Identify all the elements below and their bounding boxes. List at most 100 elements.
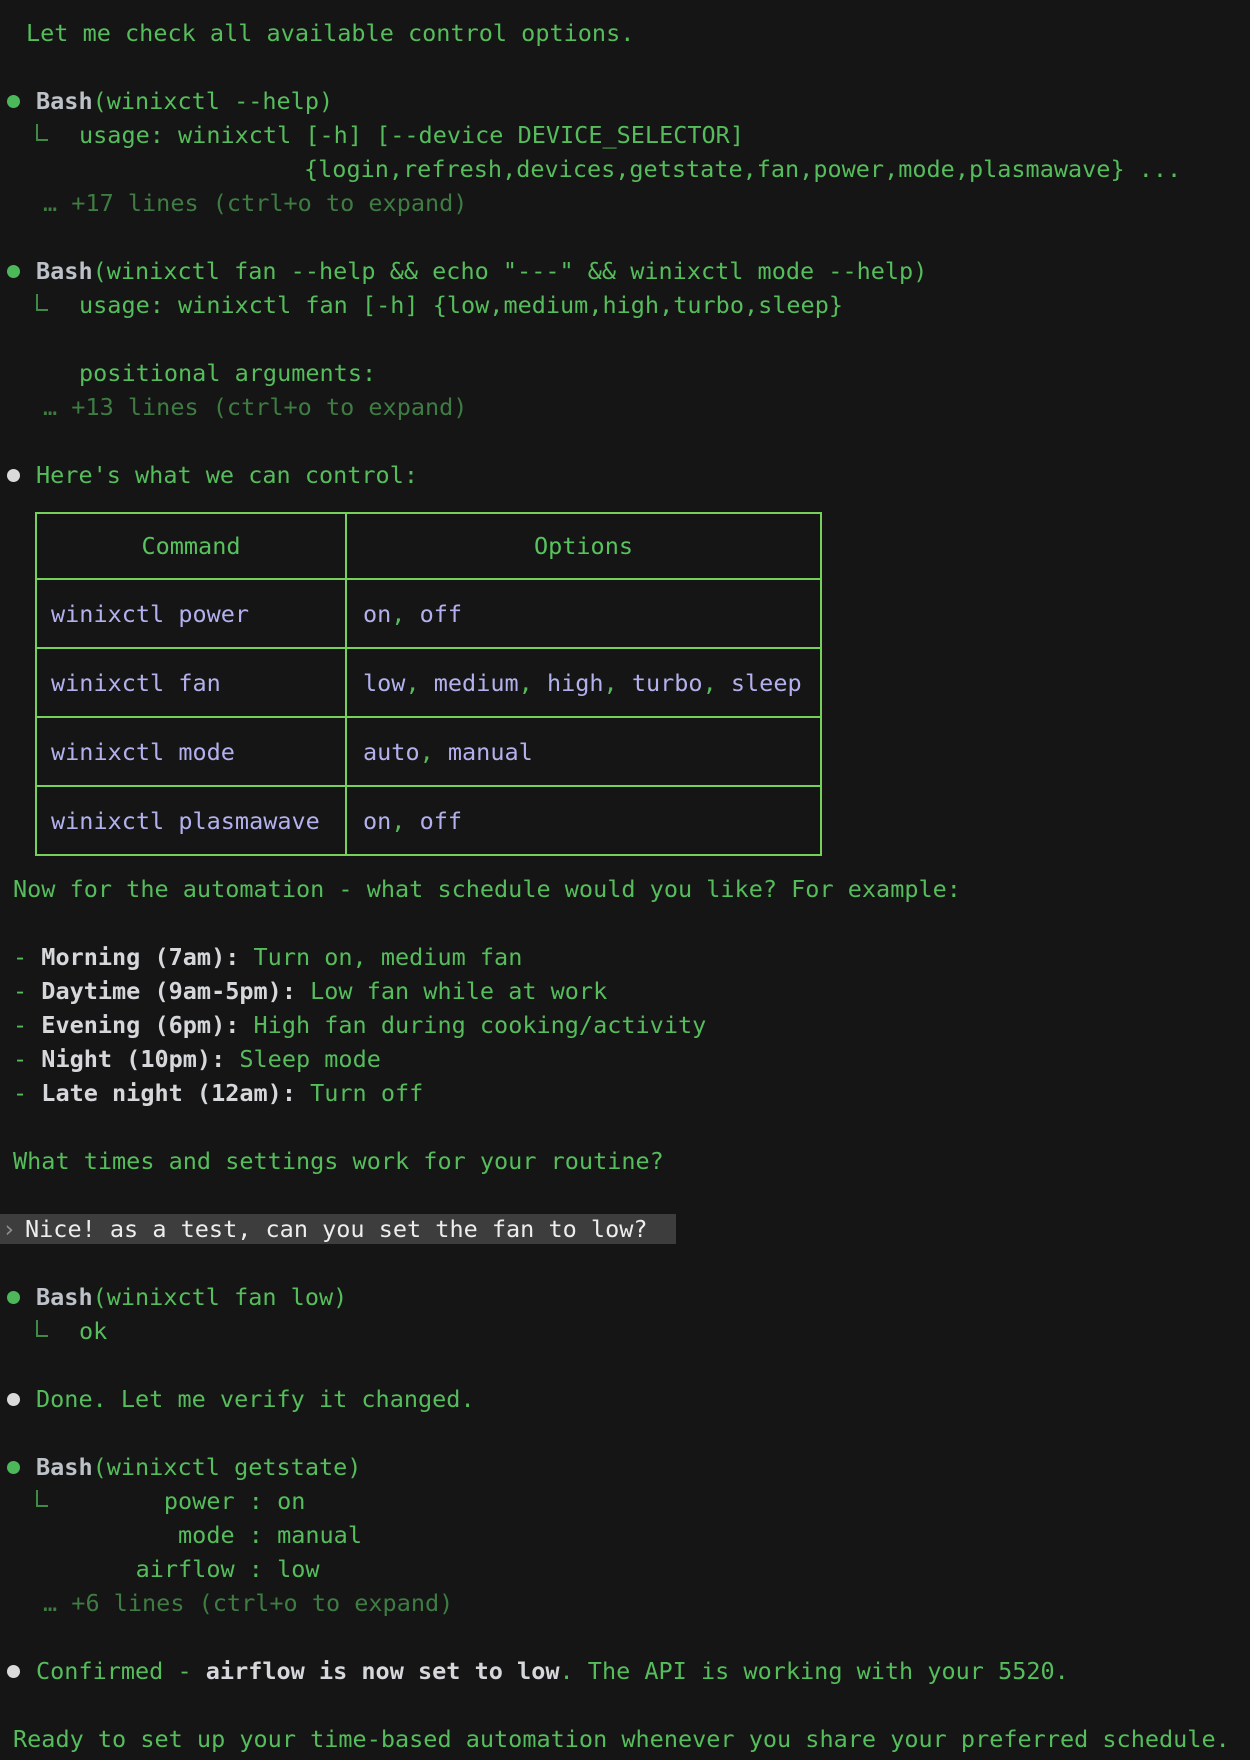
option-code: manual	[448, 738, 533, 766]
text-segment: … +17 lines (ctrl+o to expand)	[43, 189, 467, 217]
text-segment: Night (10pm):	[41, 1045, 225, 1073]
text-segment: usage: winixctl fan [-h] {low,medium,hig…	[79, 291, 843, 319]
text-segment: -	[13, 1079, 41, 1107]
table-cell-options: auto, manual	[345, 718, 820, 785]
assistant-text: Ready to set up your time-based automati…	[0, 1722, 1250, 1756]
spacer	[0, 50, 1250, 84]
text-segment: High fan during cooking/activity	[239, 1011, 706, 1039]
text-segment: Turn off	[296, 1079, 423, 1107]
text-segment: airflow : low	[79, 1555, 320, 1583]
tool-bullet-icon	[7, 1461, 20, 1474]
text-segment: Bash	[36, 257, 93, 285]
schedule-item: - Morning (7am): Turn on, medium fan	[0, 940, 1250, 974]
text-segment: Ready to set up your time-based automati…	[13, 1725, 1230, 1753]
option-code: off	[420, 600, 462, 628]
table-row: winixctl power on, off	[37, 578, 820, 647]
option-separator: ,	[703, 669, 731, 697]
text-segment: Evening (6pm):	[41, 1011, 239, 1039]
schedule-item: - Late night (12am): Turn off	[0, 1076, 1250, 1110]
spacer	[0, 220, 1250, 254]
option-code: low	[363, 669, 405, 697]
command-code: winixctl plasmawave	[51, 807, 320, 835]
assistant-message: Confirmed - airflow is now set to low. T…	[0, 1654, 1250, 1688]
text-segment: Let me check all available control optio…	[26, 19, 634, 47]
text-segment: Bash	[36, 87, 93, 115]
user-input-line: ›Nice! as a test, can you set the fan to…	[0, 1212, 1250, 1246]
text-segment: Bash	[36, 1453, 93, 1481]
command-code: winixctl fan	[51, 669, 221, 697]
text-segment: (winixctl --help)	[93, 87, 334, 115]
output-corner-icon	[36, 1320, 48, 1337]
table-row: winixctl fan low, medium, high, turbo, sl…	[37, 647, 820, 716]
table-row: winixctl plasmawave on, off	[37, 785, 820, 854]
text-segment: Bash	[36, 1283, 93, 1311]
option-code: medium	[434, 669, 519, 697]
assistant-message: Done. Let me verify it changed.	[0, 1382, 1250, 1416]
spacer	[0, 322, 1250, 356]
text-segment: Morning (7am):	[41, 943, 239, 971]
text-segment: positional arguments:	[79, 359, 376, 387]
text-segment: … +13 lines (ctrl+o to expand)	[43, 393, 467, 421]
expand-hint[interactable]: … +17 lines (ctrl+o to expand)	[0, 186, 1250, 220]
option-code: on	[363, 600, 391, 628]
control-options-table: CommandOptionswinixctl poweron, offwinix…	[35, 512, 822, 856]
option-separator: ,	[519, 669, 547, 697]
text-segment: Done. Let me verify it changed.	[36, 1385, 475, 1413]
text-segment: (winixctl fan --help && echo "---" && wi…	[93, 257, 928, 285]
spacer	[0, 1178, 1250, 1212]
option-separator: ,	[391, 807, 419, 835]
output-corner-icon	[36, 124, 48, 141]
table-header-options: Options	[345, 514, 820, 578]
spacer	[0, 1688, 1250, 1722]
assistant-text: Let me check all available control optio…	[0, 16, 1250, 50]
text-segment: {login,refresh,devices,getstate,fan,powe…	[304, 155, 1181, 183]
text-segment: -	[13, 1011, 41, 1039]
tool-output: power : on	[0, 1484, 1250, 1518]
expand-hint[interactable]: … +13 lines (ctrl+o to expand)	[0, 390, 1250, 424]
tool-call: Bash(winixctl getstate)	[0, 1450, 1250, 1484]
tool-output: mode : manual	[0, 1518, 1250, 1552]
tool-call: Bash(winixctl --help)	[0, 84, 1250, 118]
tool-output: positional arguments:	[0, 356, 1250, 390]
assistant-bullet-icon	[7, 469, 20, 482]
table-cell-command: winixctl mode	[37, 738, 345, 766]
text-segment: mode : manual	[79, 1521, 362, 1549]
tool-bullet-icon	[7, 95, 20, 108]
text-segment: . The API is working with your 5520.	[560, 1657, 1069, 1685]
tool-call: Bash(winixctl fan --help && echo "---" &…	[0, 254, 1250, 288]
table-cell-options: on, off	[345, 787, 820, 854]
option-code: sleep	[731, 669, 802, 697]
text-segment: -	[13, 943, 41, 971]
table-row: winixctl modeauto, manual	[37, 716, 820, 785]
text-segment: (winixctl getstate)	[93, 1453, 362, 1481]
option-code: on	[363, 807, 391, 835]
option-code: high	[547, 669, 604, 697]
expand-hint[interactable]: … +6 lines (ctrl+o to expand)	[0, 1586, 1250, 1620]
tool-output: usage: winixctl fan [-h] {low,medium,hig…	[0, 288, 1250, 322]
option-code: turbo	[632, 669, 703, 697]
text-segment: Late night (12am):	[41, 1079, 296, 1107]
text-segment: Confirmed -	[36, 1657, 206, 1685]
tool-output: {login,refresh,devices,getstate,fan,powe…	[0, 152, 1250, 186]
tool-output: usage: winixctl [-h] [--device DEVICE_SE…	[0, 118, 1250, 152]
table-cell-options: on, off	[345, 580, 820, 647]
table-header-command: Command	[37, 532, 345, 560]
text-segment: power : on	[79, 1487, 305, 1515]
spacer	[0, 1110, 1250, 1144]
table-cell-options: low, medium, high, turbo, sleep	[345, 649, 820, 716]
text-segment: Here's what we can control:	[36, 461, 418, 489]
spacer	[0, 1416, 1250, 1450]
spacer	[0, 1348, 1250, 1382]
text-segment: Low fan while at work	[296, 977, 607, 1005]
user-message-text: Nice! as a test, can you set the fan to …	[25, 1214, 648, 1244]
spacer	[0, 1246, 1250, 1280]
table-cell-command: winixctl plasmawave	[37, 807, 345, 835]
command-code: winixctl power	[51, 600, 249, 628]
text-segment: ok	[79, 1317, 107, 1345]
option-separator: ,	[604, 669, 632, 697]
assistant-bullet-icon	[7, 1393, 20, 1406]
spacer	[0, 424, 1250, 458]
text-segment: Now for the automation - what schedule w…	[13, 875, 961, 903]
schedule-item: - Evening (6pm): High fan during cooking…	[0, 1008, 1250, 1042]
terminal: Let me check all available control optio…	[0, 0, 1250, 1760]
